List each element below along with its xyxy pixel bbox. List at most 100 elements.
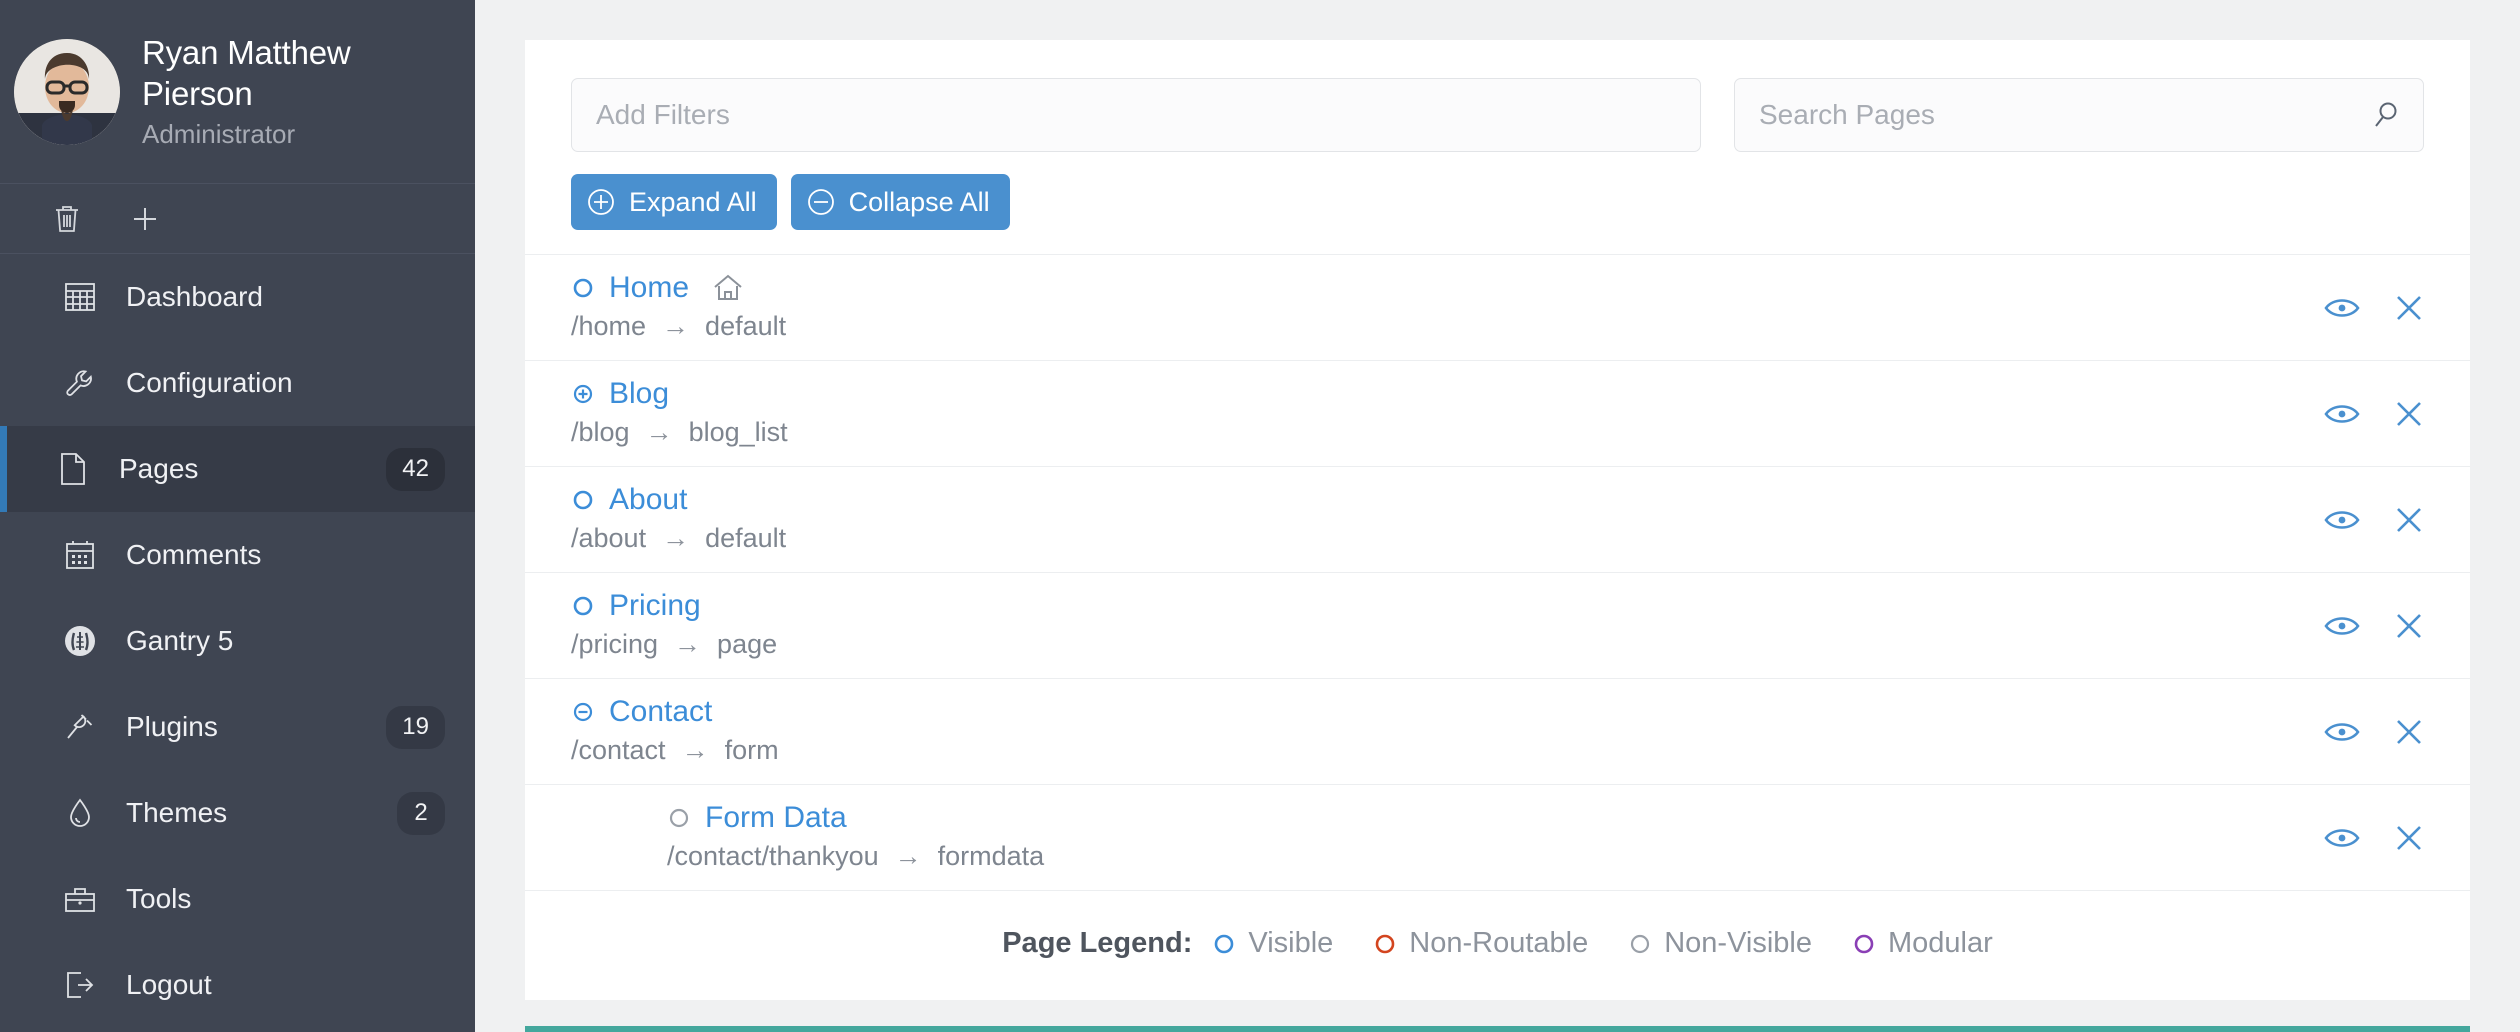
page-title-link[interactable]: Pricing bbox=[609, 589, 701, 623]
sidebar-item-label: Comments bbox=[126, 540, 445, 570]
table-row[interactable]: About /about → default bbox=[525, 467, 2470, 573]
row-actions bbox=[2304, 717, 2424, 747]
search-icon[interactable] bbox=[2371, 100, 2401, 130]
visible-circle-icon bbox=[571, 488, 595, 512]
github-issue-banner[interactable]: Found an issue? Please report it on GitH… bbox=[525, 1026, 2470, 1032]
page-template: page bbox=[717, 628, 777, 660]
page-icon bbox=[56, 453, 90, 485]
sidebar-item-tools[interactable]: Tools bbox=[0, 856, 475, 942]
page-template: formdata bbox=[938, 840, 1045, 872]
collapse-circle-icon[interactable] bbox=[571, 700, 595, 724]
filters-placeholder: Add Filters bbox=[596, 100, 730, 130]
page-title-link[interactable]: About bbox=[609, 483, 687, 517]
delete-icon[interactable] bbox=[2394, 823, 2424, 853]
row-actions bbox=[2304, 399, 2424, 429]
row-content: Contact /contact → form bbox=[571, 679, 2304, 784]
add-icon[interactable] bbox=[130, 204, 160, 234]
arrow-icon: → bbox=[682, 734, 709, 766]
main-content: Add Filters Search Pages bbox=[475, 0, 2520, 1032]
preview-icon[interactable] bbox=[2324, 401, 2360, 427]
sidebar-item-label: Configuration bbox=[126, 368, 445, 398]
user-profile-block[interactable]: Ryan Matthew Pierson Administrator bbox=[0, 0, 475, 184]
sidebar-item-configuration[interactable]: Configuration bbox=[0, 340, 475, 426]
delete-icon[interactable] bbox=[2394, 505, 2424, 535]
sidebar-item-label: Themes bbox=[126, 798, 397, 828]
row-title-line: Pricing bbox=[571, 589, 2304, 623]
avatar bbox=[14, 39, 120, 145]
search-input[interactable]: Search Pages bbox=[1734, 78, 2424, 152]
collapse-all-button[interactable]: Collapse All bbox=[791, 174, 1010, 230]
row-title-line: Blog bbox=[571, 377, 2304, 411]
visible-circle-icon bbox=[1212, 932, 1236, 956]
row-actions bbox=[2304, 823, 2424, 853]
wrench-icon bbox=[63, 368, 97, 398]
table-row[interactable]: Pricing /pricing → page bbox=[525, 573, 2470, 679]
search-column: Search Pages bbox=[1734, 78, 2424, 152]
row-actions bbox=[2304, 611, 2424, 641]
page-route: /about bbox=[571, 522, 646, 554]
legend-label-text: Non-Routable bbox=[1409, 927, 1588, 960]
trash-icon[interactable] bbox=[52, 204, 82, 234]
table-row[interactable]: Form Data /contact/thankyou → formdata bbox=[525, 785, 2470, 891]
sidebar-item-comments[interactable]: Comments bbox=[0, 512, 475, 598]
collapse-all-label: Collapse All bbox=[849, 187, 990, 218]
page-title-link[interactable]: Contact bbox=[609, 695, 712, 729]
page-title-link[interactable]: Blog bbox=[609, 377, 669, 411]
preview-icon[interactable] bbox=[2324, 613, 2360, 639]
row-route-line: /home → default bbox=[571, 310, 2304, 342]
row-route-line: /about → default bbox=[571, 522, 2304, 554]
sidebar-item-dashboard[interactable]: Dashboard bbox=[0, 254, 475, 340]
filters-input[interactable]: Add Filters bbox=[571, 78, 1701, 152]
search-placeholder: Search Pages bbox=[1759, 100, 1935, 130]
expand-all-button[interactable]: Expand All bbox=[571, 174, 777, 230]
delete-icon[interactable] bbox=[2394, 717, 2424, 747]
user-name: Ryan Matthew Pierson bbox=[142, 32, 441, 114]
sidebar-item-label: Tools bbox=[126, 884, 445, 914]
page-template: default bbox=[705, 522, 786, 554]
page-title-link[interactable]: Form Data bbox=[705, 801, 847, 835]
sidebar-badge-themes: 2 bbox=[397, 792, 445, 835]
sidebar-item-plugins[interactable]: Plugins 19 bbox=[0, 684, 475, 770]
non-visible-circle-icon bbox=[1628, 932, 1652, 956]
delete-icon[interactable] bbox=[2394, 293, 2424, 323]
sidebar-item-label: Gantry 5 bbox=[126, 626, 445, 656]
sidebar-item-logout[interactable]: Logout bbox=[0, 942, 475, 1028]
row-title-line: Contact bbox=[571, 695, 2304, 729]
modular-circle-icon bbox=[1852, 932, 1876, 956]
table-row[interactable]: Contact /contact → form bbox=[525, 679, 2470, 785]
sidebar-item-themes[interactable]: Themes 2 bbox=[0, 770, 475, 856]
row-content: Pricing /pricing → page bbox=[571, 573, 2304, 678]
expand-collapse-buttons: Expand All Collapse All bbox=[525, 152, 2470, 230]
legend-item-non-visible: Non-Visible bbox=[1628, 927, 1812, 960]
preview-icon[interactable] bbox=[2324, 825, 2360, 851]
delete-icon[interactable] bbox=[2394, 611, 2424, 641]
table-row[interactable]: Home /home → default bbox=[525, 254, 2470, 361]
legend-item-visible: Visible bbox=[1212, 927, 1333, 960]
page-route: /contact bbox=[571, 734, 666, 766]
expand-circle-icon[interactable] bbox=[571, 382, 595, 406]
sidebar-badge-plugins: 19 bbox=[386, 706, 445, 749]
page-route: /blog bbox=[571, 416, 630, 448]
arrow-icon: → bbox=[662, 310, 689, 342]
page-route: /home bbox=[571, 310, 646, 342]
table-row[interactable]: Blog /blog → blog_list bbox=[525, 361, 2470, 467]
sidebar-item-gantry-5[interactable]: Gantry 5 bbox=[0, 598, 475, 684]
preview-icon[interactable] bbox=[2324, 295, 2360, 321]
legend-label-text: Visible bbox=[1248, 927, 1333, 960]
legend-item-modular: Modular bbox=[1852, 927, 1993, 960]
row-content: Form Data /contact/thankyou → formdata bbox=[571, 785, 2304, 890]
toolbox-icon bbox=[63, 886, 97, 912]
preview-icon[interactable] bbox=[2324, 507, 2360, 533]
preview-icon[interactable] bbox=[2324, 719, 2360, 745]
non-visible-circle-icon bbox=[667, 806, 691, 830]
delete-icon[interactable] bbox=[2394, 399, 2424, 429]
page-title-link[interactable]: Home bbox=[609, 271, 689, 305]
user-text: Ryan Matthew Pierson Administrator bbox=[142, 32, 441, 152]
visible-circle-icon bbox=[571, 276, 595, 300]
page-template: default bbox=[705, 310, 786, 342]
arrow-icon: → bbox=[674, 628, 701, 660]
sidebar-item-label: Plugins bbox=[126, 712, 386, 742]
row-route-line: /pricing → page bbox=[571, 628, 2304, 660]
sidebar-item-pages[interactable]: Pages 42 bbox=[0, 426, 475, 512]
gantry-icon bbox=[63, 625, 97, 657]
